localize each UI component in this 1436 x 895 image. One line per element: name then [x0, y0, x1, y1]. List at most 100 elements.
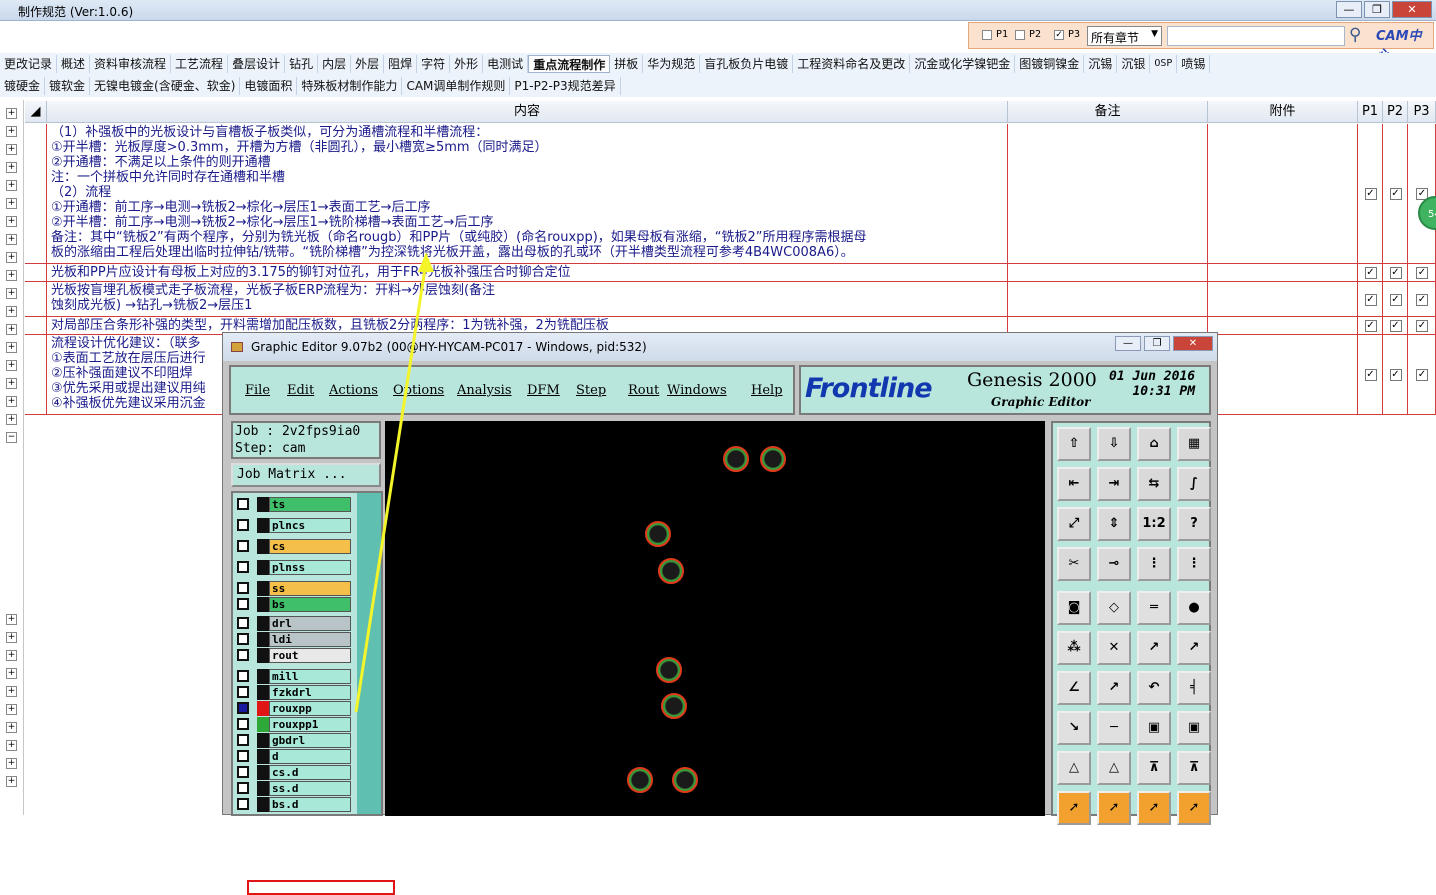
- tool-button[interactable]: ⇧: [1057, 427, 1091, 461]
- layer-color-swatch[interactable]: [257, 685, 269, 700]
- tab-2[interactable]: 资料审核流程: [90, 55, 172, 73]
- tool-button[interactable]: ↘: [1057, 711, 1091, 745]
- p2-checkbox[interactable]: ✓: [1389, 188, 1402, 200]
- layer-name[interactable]: ss.d: [269, 781, 351, 796]
- header-p1[interactable]: P1: [1358, 101, 1383, 123]
- tool-button[interactable]: ⋮: [1177, 547, 1211, 581]
- layer-color-swatch[interactable]: [257, 648, 269, 663]
- tab-10[interactable]: 外形: [450, 55, 484, 73]
- p2-cell[interactable]: ✓: [1383, 335, 1408, 414]
- tree-expander[interactable]: +: [6, 632, 17, 643]
- ge-menu-options[interactable]: Options: [393, 383, 444, 398]
- tree-expander[interactable]: +: [6, 108, 17, 119]
- layer-name[interactable]: rout: [269, 648, 351, 663]
- tool-button[interactable]: △: [1057, 751, 1091, 785]
- layer-color-swatch[interactable]: [257, 581, 269, 596]
- tree-expander[interactable]: +: [6, 252, 17, 263]
- ge-menu-analysis[interactable]: Analysis: [457, 383, 512, 398]
- ge-minimize-button[interactable]: —: [1115, 336, 1141, 351]
- layer-checkbox[interactable]: [237, 798, 249, 810]
- ge-menu-windows[interactable]: Windows: [667, 383, 727, 398]
- tree-expander[interactable]: +: [6, 396, 17, 407]
- p1-cell[interactable]: ✓: [1358, 317, 1383, 334]
- drill-hole[interactable]: [645, 521, 671, 547]
- p1-cell[interactable]: ✓: [1358, 264, 1383, 281]
- p2-cell[interactable]: ✓: [1383, 264, 1408, 281]
- tab-row2-0[interactable]: 镀硬金: [0, 77, 46, 95]
- header-content[interactable]: 内容: [47, 101, 1008, 123]
- layer-name[interactable]: gbdrl: [269, 733, 351, 748]
- tool-button[interactable]: ➚: [1177, 791, 1211, 825]
- layer-checkbox[interactable]: [237, 702, 249, 714]
- header-attach[interactable]: 附件: [1208, 101, 1358, 123]
- tree-expander[interactable]: +: [6, 198, 17, 209]
- layer-checkbox[interactable]: [237, 718, 249, 730]
- tool-button[interactable]: ▦: [1177, 427, 1211, 461]
- tool-button[interactable]: ✂: [1057, 547, 1091, 581]
- tab-1[interactable]: 概述: [57, 55, 91, 73]
- tab-22[interactable]: 喷锡: [1177, 55, 1211, 73]
- tab-11[interactable]: 电测试: [483, 55, 529, 73]
- tool-button[interactable]: ▣: [1177, 711, 1211, 745]
- layer-checkbox[interactable]: [237, 598, 249, 610]
- tool-button[interactable]: △: [1097, 751, 1131, 785]
- tool-button[interactable]: ?: [1177, 507, 1211, 541]
- layer-name[interactable]: rouxpp: [269, 701, 351, 716]
- tool-button[interactable]: ✕: [1097, 631, 1131, 665]
- ge-menu-edit[interactable]: Edit: [287, 383, 314, 398]
- tree-expander[interactable]: +: [6, 324, 17, 335]
- tree-expander[interactable]: +: [6, 378, 17, 389]
- layer-color-swatch[interactable]: [257, 497, 269, 512]
- layer-name[interactable]: bs.d: [269, 797, 351, 812]
- maximize-button[interactable]: ❐: [1364, 1, 1390, 18]
- tree-expander[interactable]: +: [6, 776, 17, 787]
- minimize-button[interactable]: —: [1336, 1, 1362, 18]
- tab-0[interactable]: 更改记录: [0, 55, 58, 73]
- tree-expander[interactable]: +: [6, 180, 17, 191]
- layer-checkbox[interactable]: [237, 670, 249, 682]
- tab-4[interactable]: 叠层设计: [228, 55, 286, 73]
- p2-checkbox[interactable]: ✓: [1389, 320, 1402, 332]
- tab-3[interactable]: 工艺流程: [171, 55, 229, 73]
- tab-13[interactable]: 拼板: [610, 55, 644, 73]
- tab-row2-4[interactable]: 特殊板材制作能力: [297, 77, 403, 95]
- table-row[interactable]: ✓ ✓ ✓ 光板和PP片应设计有母板上对应的3.175的铆钉对位孔，用于FR4光板补强…: [25, 264, 1436, 282]
- p1-checkbox[interactable]: [982, 30, 992, 40]
- tree-expander[interactable]: +: [6, 686, 17, 697]
- p1-cell[interactable]: ✓: [1358, 282, 1383, 316]
- layer-color-swatch[interactable]: [257, 717, 269, 732]
- tab-8[interactable]: 阻焊: [384, 55, 418, 73]
- p1-checkbox[interactable]: ✓: [1364, 267, 1377, 279]
- header-p2[interactable]: P2: [1383, 101, 1408, 123]
- layer-color-swatch[interactable]: [257, 560, 269, 575]
- drill-hole[interactable]: [661, 693, 687, 719]
- tree-expander[interactable]: +: [6, 668, 17, 679]
- tool-button[interactable]: ↗: [1097, 671, 1131, 705]
- p1-checkbox[interactable]: ✓: [1364, 293, 1377, 306]
- tool-button[interactable]: ⌂: [1137, 427, 1171, 461]
- tool-button[interactable]: ●: [1177, 591, 1211, 625]
- layer-color-swatch[interactable]: [257, 701, 269, 716]
- layer-color-swatch[interactable]: [257, 733, 269, 748]
- p2-checkbox[interactable]: ✓: [1389, 293, 1402, 306]
- tab-19[interactable]: 沉锡: [1084, 55, 1118, 73]
- tab-9[interactable]: 字符: [417, 55, 451, 73]
- tab-16[interactable]: 工程资料命名及更改: [793, 55, 911, 73]
- tree-expander[interactable]: −: [6, 432, 17, 443]
- tool-button[interactable]: ⇆: [1137, 467, 1171, 501]
- layer-name[interactable]: plnss: [269, 560, 351, 575]
- tool-button[interactable]: ⇕: [1097, 507, 1131, 541]
- tree-expander[interactable]: +: [6, 614, 17, 625]
- layer-name[interactable]: d: [269, 749, 351, 764]
- tab-7[interactable]: 外层: [351, 55, 385, 73]
- p2-cell[interactable]: ✓: [1383, 124, 1408, 263]
- ge-maximize-button[interactable]: ❐: [1144, 336, 1170, 351]
- ge-menu-help[interactable]: Help: [751, 383, 783, 398]
- tool-button[interactable]: ∫: [1177, 467, 1211, 501]
- layer-checkbox[interactable]: [237, 561, 249, 573]
- layer-color-swatch[interactable]: [257, 597, 269, 612]
- tool-button[interactable]: ▣: [1137, 711, 1171, 745]
- tree-expander[interactable]: +: [6, 360, 17, 371]
- tool-button[interactable]: ↶: [1137, 671, 1171, 705]
- tree-expander[interactable]: +: [6, 650, 17, 661]
